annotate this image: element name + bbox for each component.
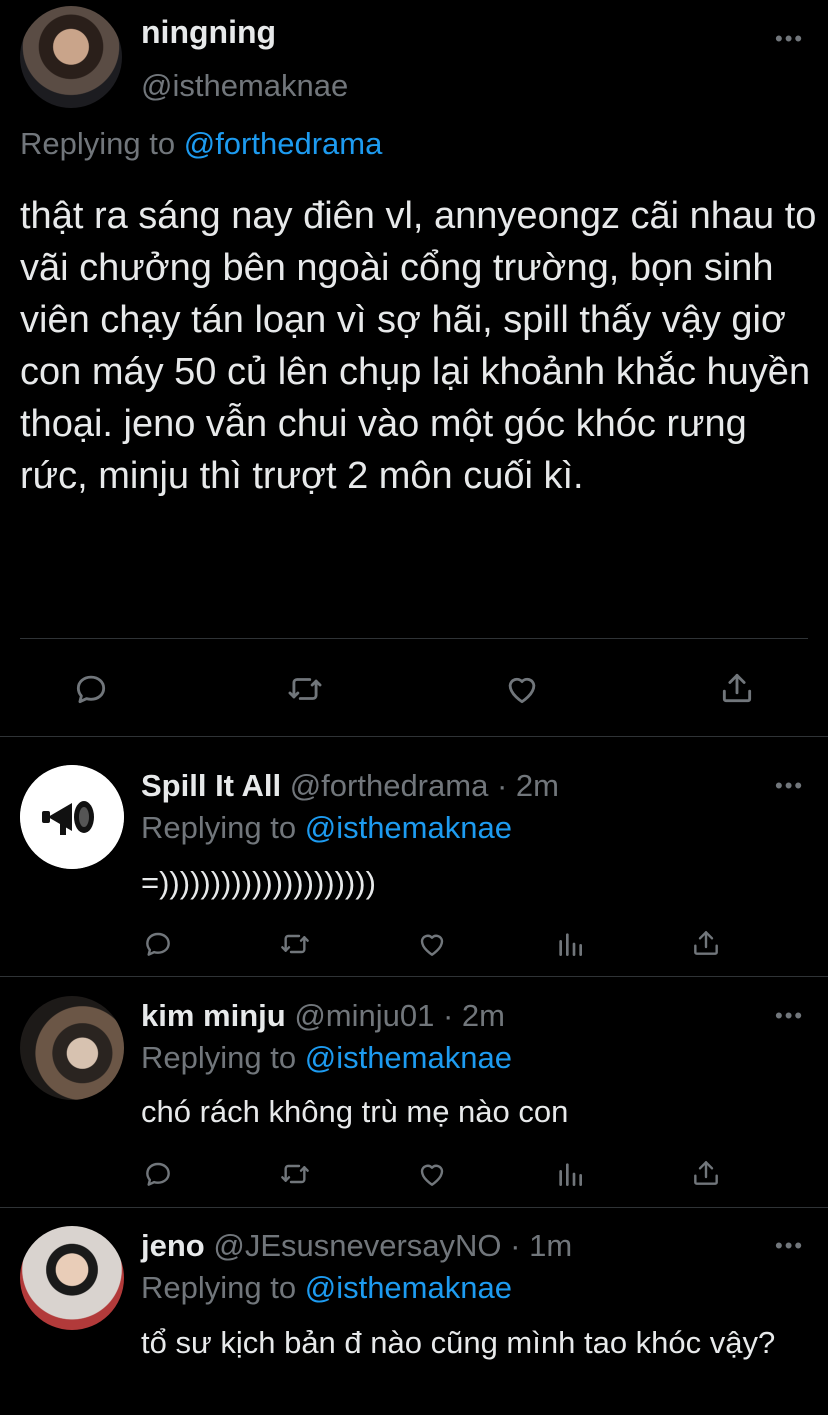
handle[interactable]: @forthedrama bbox=[290, 768, 489, 803]
like-heart-icon[interactable] bbox=[415, 928, 449, 960]
replying-to-label: Replying to bbox=[141, 1040, 305, 1075]
replying-to-handle[interactable]: @forthedrama bbox=[184, 126, 383, 161]
handle[interactable]: @isthemaknae bbox=[141, 68, 348, 104]
more-options-icon[interactable]: ••• bbox=[775, 775, 804, 797]
analytics-icon[interactable] bbox=[554, 1158, 586, 1190]
tweet-text: thật ra sáng nay điên vl, annyeongz cãi … bbox=[20, 195, 817, 497]
reply-header: Spill It All @forthedrama · 2m bbox=[141, 768, 559, 804]
avatar-jeno[interactable] bbox=[20, 1226, 124, 1330]
reply-header: kim minju @minju01 · 2m bbox=[141, 998, 505, 1034]
more-options-icon[interactable]: ••• bbox=[775, 1005, 804, 1027]
divider bbox=[0, 1207, 828, 1208]
retweet-icon[interactable] bbox=[278, 928, 312, 960]
timestamp[interactable]: · 2m bbox=[497, 768, 559, 803]
display-name[interactable]: jeno bbox=[141, 1228, 205, 1263]
reply-icon[interactable] bbox=[142, 928, 174, 960]
reply-text: =))))))))))))))))))))) bbox=[141, 865, 376, 900]
reply-header: jeno @JEsusneversayNO · 1m bbox=[141, 1228, 572, 1264]
retweet-icon[interactable] bbox=[285, 670, 325, 708]
replying-to-handle[interactable]: @isthemaknae bbox=[305, 1040, 512, 1075]
divider bbox=[20, 638, 808, 639]
replying-to-label: Replying to bbox=[141, 1270, 305, 1305]
display-name[interactable]: kim minju bbox=[141, 998, 286, 1033]
replying-to: Replying to @isthemaknae bbox=[141, 1270, 512, 1306]
replying-to-label: Replying to bbox=[20, 126, 184, 161]
replying-to: Replying to @isthemaknae bbox=[141, 810, 512, 846]
reply-icon[interactable] bbox=[142, 1158, 174, 1190]
more-options-icon[interactable]: ••• bbox=[775, 1235, 804, 1257]
avatar-ningning[interactable] bbox=[20, 6, 122, 108]
like-heart-icon[interactable] bbox=[415, 1158, 449, 1190]
share-icon[interactable] bbox=[718, 668, 756, 708]
divider bbox=[0, 736, 828, 737]
avatar-spill-it-all[interactable] bbox=[20, 765, 124, 869]
replying-to-handle[interactable]: @isthemaknae bbox=[305, 1270, 512, 1305]
analytics-icon[interactable] bbox=[554, 928, 586, 960]
replying-to-handle[interactable]: @isthemaknae bbox=[305, 810, 512, 845]
replying-to-label: Replying to bbox=[141, 810, 305, 845]
replying-to: Replying to @isthemaknae bbox=[141, 1040, 512, 1076]
share-icon[interactable] bbox=[690, 1156, 722, 1190]
reply-icon[interactable] bbox=[72, 670, 110, 708]
reply-text: chó rách không trù mẹ nào con bbox=[141, 1094, 569, 1129]
avatar-kim-minju[interactable] bbox=[20, 996, 124, 1100]
handle[interactable]: @minju01 bbox=[294, 998, 434, 1033]
divider bbox=[0, 976, 828, 977]
more-options-icon[interactable]: ••• bbox=[775, 28, 804, 50]
share-icon[interactable] bbox=[690, 926, 722, 960]
reply-text: tổ sư kịch bản đ nào cũng mình tao khóc … bbox=[141, 1325, 776, 1360]
like-heart-icon[interactable] bbox=[502, 670, 542, 708]
replying-to: Replying to @forthedrama bbox=[20, 126, 382, 162]
display-name[interactable]: Spill It All bbox=[141, 768, 281, 803]
display-name[interactable]: ningning bbox=[141, 14, 276, 51]
retweet-icon[interactable] bbox=[278, 1158, 312, 1190]
handle[interactable]: @JEsusneversayNO bbox=[213, 1228, 501, 1263]
timestamp[interactable]: · 1m bbox=[510, 1228, 572, 1263]
timestamp[interactable]: · 2m bbox=[443, 998, 505, 1033]
